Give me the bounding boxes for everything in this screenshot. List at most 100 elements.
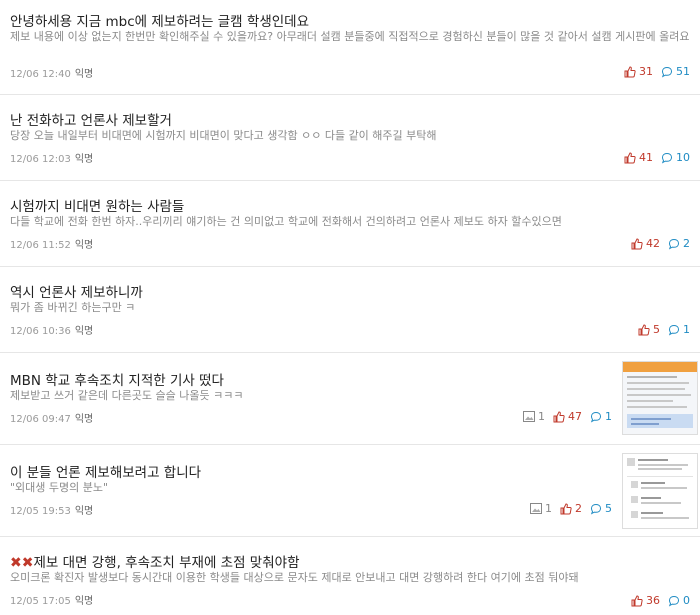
- image-icon: [530, 503, 542, 514]
- post-meta: 12/05 17:05 익명: [10, 592, 93, 607]
- post-meta: 12/06 12:40 익명: [10, 65, 93, 80]
- image-count: 1: [545, 502, 552, 515]
- like-stat: 42: [631, 237, 660, 250]
- comment-icon: [668, 324, 680, 336]
- comment-stat: 5: [590, 502, 612, 515]
- post-stats: 36 0: [631, 594, 690, 607]
- like-count: 47: [568, 410, 582, 423]
- comment-icon: [590, 503, 602, 515]
- post-author: 익명: [74, 154, 94, 165]
- thumbs-up-icon: [560, 502, 572, 514]
- like-count: 42: [646, 237, 660, 250]
- post-thumbnail[interactable]: [622, 453, 698, 529]
- image-stat: 1: [523, 410, 545, 423]
- like-stat: 31: [624, 65, 653, 78]
- post-author: 익명: [74, 240, 94, 251]
- post-stats: 1 47 1: [523, 410, 612, 423]
- comment-count: 5: [605, 502, 612, 515]
- comment-count: 1: [683, 323, 690, 336]
- post-item[interactable]: 이 분들 언론 제보해보려고 합니다 "외대생 두명의 분노" 12/05 19…: [0, 445, 700, 537]
- post-time: 12/05 19:53: [10, 506, 71, 517]
- comment-stat: 0: [668, 594, 690, 607]
- article-screenshot-image: [623, 362, 697, 434]
- image-count: 1: [538, 410, 545, 423]
- post-author: 익명: [74, 596, 94, 607]
- post-thumbnail[interactable]: [622, 361, 698, 435]
- thumbs-up-icon: [553, 410, 565, 422]
- post-excerpt: 당장 오늘 내일부터 비대면에 시험까지 비대면이 맞다고 생각함 ㅇㅇ 다들 …: [10, 129, 437, 142]
- like-count: 31: [639, 65, 653, 78]
- post-title[interactable]: 이 분들 언론 제보해보려고 합니다: [10, 461, 201, 481]
- comment-count: 10: [676, 151, 690, 164]
- post-excerpt: 뭐가 좀 바뀌긴 하는구만 ㅋ: [10, 301, 136, 314]
- thumbs-up-icon: [624, 65, 636, 77]
- post-meta: 12/06 10:36 익명: [10, 322, 93, 337]
- comment-icon: [668, 595, 680, 607]
- post-stats: 41 10: [624, 151, 690, 164]
- post-title[interactable]: ✖✖제보 대면 강행, 후속조치 부재에 초점 맞춰야함: [10, 551, 300, 571]
- comment-screenshot-image: [623, 454, 697, 528]
- like-stat: 2: [560, 502, 582, 515]
- comment-count: 1: [605, 410, 612, 423]
- thumbs-up-icon: [631, 594, 643, 606]
- post-author: 익명: [74, 69, 94, 80]
- post-author: 익명: [74, 326, 94, 337]
- comment-count: 0: [683, 594, 690, 607]
- post-time: 12/05 17:05: [10, 596, 71, 607]
- post-stats: 5 1: [638, 323, 690, 336]
- image-stat: 1: [530, 502, 552, 515]
- post-time: 12/06 09:47: [10, 414, 71, 425]
- comment-icon: [668, 238, 680, 250]
- post-excerpt: "외대생 두명의 분노": [10, 481, 109, 494]
- post-title[interactable]: 시험까지 비대면 원하는 사람들: [10, 195, 184, 215]
- like-count: 5: [653, 323, 660, 336]
- post-item[interactable]: MBN 학교 후속조치 지적한 기사 떴다 제보받고 쓰거 같은데 다른곳도 슬…: [0, 353, 700, 445]
- post-excerpt: 제보 내용에 이상 없는지 한번만 확인해주실 수 있을까요? 아무래더 설캠 …: [10, 30, 690, 43]
- post-meta: 12/06 11:52 익명: [10, 236, 93, 251]
- post-item[interactable]: 안녕하세용 지금 mbc에 제보하려는 글캠 학생인데요 제보 내용에 이상 없…: [0, 0, 700, 95]
- post-time: 12/06 12:03: [10, 154, 71, 165]
- post-meta: 12/06 09:47 익명: [10, 410, 93, 425]
- comment-stat: 1: [590, 410, 612, 423]
- post-author: 익명: [74, 506, 94, 517]
- post-title[interactable]: 난 전화하고 언론사 제보할거: [10, 109, 172, 129]
- post-excerpt: 제보받고 쓰거 같은데 다른곳도 슬슬 나올듯 ㅋㅋㅋ: [10, 389, 244, 402]
- post-title[interactable]: 안녕하세용 지금 mbc에 제보하려는 글캠 학생인데요: [10, 10, 309, 30]
- comment-icon: [590, 411, 602, 423]
- comment-stat: 1: [668, 323, 690, 336]
- like-stat: 36: [631, 594, 660, 607]
- like-count: 41: [639, 151, 653, 164]
- post-stats: 1 2 5: [530, 502, 612, 515]
- like-count: 36: [646, 594, 660, 607]
- post-excerpt: 다들 학교에 전화 한번 하자..우리끼리 얘기하는 건 의미없고 학교에 전화…: [10, 215, 562, 228]
- like-stat: 47: [553, 410, 582, 423]
- comment-stat: 2: [668, 237, 690, 250]
- post-stats: 31 51: [624, 65, 690, 78]
- post-title[interactable]: MBN 학교 후속조치 지적한 기사 떴다: [10, 369, 224, 389]
- image-icon: [523, 411, 535, 422]
- post-title[interactable]: 역시 언론사 제보하니까: [10, 281, 143, 301]
- comment-count: 2: [683, 237, 690, 250]
- comment-count: 51: [676, 65, 690, 78]
- comment-stat: 10: [661, 151, 690, 164]
- comment-stat: 51: [661, 65, 690, 78]
- thumbs-up-icon: [624, 151, 636, 163]
- post-author: 익명: [74, 414, 94, 425]
- post-item[interactable]: 난 전화하고 언론사 제보할거 당장 오늘 내일부터 비대면에 시험까지 비대면…: [0, 95, 700, 181]
- post-list: 안녕하세용 지금 mbc에 제보하려는 글캠 학생인데요 제보 내용에 이상 없…: [0, 0, 700, 611]
- post-stats: 42 2: [631, 237, 690, 250]
- post-excerpt: 오미크론 확진자 발생보다 동시간대 이용한 학생들 대상으로 문자도 제대로 …: [10, 571, 579, 584]
- post-title-text: 제보 대면 강행, 후속조치 부재에 초점 맞춰야함: [33, 555, 300, 571]
- comment-icon: [661, 152, 673, 164]
- post-item[interactable]: ✖✖제보 대면 강행, 후속조치 부재에 초점 맞춰야함 오미크론 확진자 발생…: [0, 537, 700, 611]
- like-stat: 5: [638, 323, 660, 336]
- like-count: 2: [575, 502, 582, 515]
- post-item[interactable]: 시험까지 비대면 원하는 사람들 다들 학교에 전화 한번 하자..우리끼리 얘…: [0, 181, 700, 267]
- thumbs-up-icon: [638, 323, 650, 335]
- like-stat: 41: [624, 151, 653, 164]
- red-x-icon: ✖✖: [10, 555, 34, 571]
- post-meta: 12/06 12:03 익명: [10, 150, 93, 165]
- comment-icon: [661, 66, 673, 78]
- post-item[interactable]: 역시 언론사 제보하니까 뭐가 좀 바뀌긴 하는구만 ㅋ 12/06 10:36…: [0, 267, 700, 353]
- post-time: 12/06 11:52: [10, 240, 71, 251]
